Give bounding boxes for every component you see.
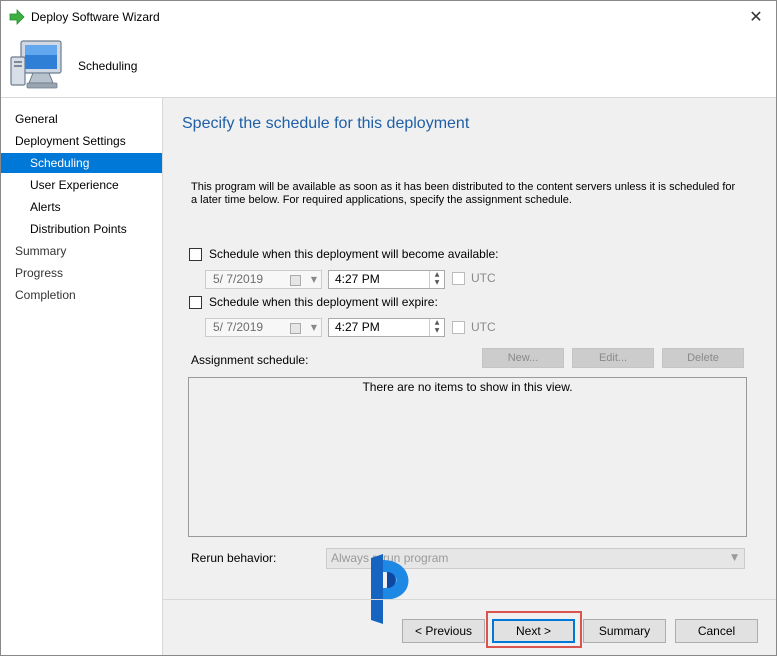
available-date-picker[interactable]: 5/ 7/2019 ▼: [205, 270, 322, 289]
title-bar: Deploy Software Wizard ✕: [1, 1, 776, 33]
expire-date-picker[interactable]: 5/ 7/2019 ▼: [205, 318, 322, 337]
expire-date-value: 5/ 7/2019: [213, 320, 264, 334]
available-date-value: 5/ 7/2019: [213, 272, 264, 286]
chevron-down-icon: ▼: [310, 323, 317, 332]
section-heading: Specify the schedule for this deployment: [182, 115, 470, 132]
wizard-header: Scheduling: [1, 33, 776, 98]
nav-item-user-experience[interactable]: User Experience: [1, 175, 162, 195]
assignment-list[interactable]: There are no items to show in this view.: [188, 377, 747, 537]
computer-icon: [10, 40, 62, 89]
nav-item-scheduling[interactable]: Scheduling: [1, 153, 162, 173]
nav-item-completion[interactable]: Completion: [1, 285, 162, 305]
spin-arrows-icon[interactable]: ▲ ▼: [429, 319, 444, 336]
calendar-icon: [290, 275, 301, 286]
available-checkbox[interactable]: [189, 247, 202, 261]
page-title: Scheduling: [78, 59, 138, 73]
spin-arrows-icon[interactable]: ▲ ▼: [429, 271, 444, 288]
expire-checkbox-label: Schedule when this deployment will expir…: [209, 295, 438, 309]
previous-button[interactable]: < Previous: [402, 619, 485, 643]
close-icon: ✕: [749, 6, 763, 26]
available-time-value: 4:27 PM: [335, 272, 380, 286]
expire-utc: UTC: [452, 320, 496, 334]
calendar-icon: [290, 323, 301, 334]
empty-list-message: There are no items to show in this view.: [362, 380, 573, 394]
chevron-down-icon: ▼: [731, 553, 738, 563]
available-schedule-row: Schedule when this deployment will becom…: [189, 246, 499, 262]
p-logo-icon: [371, 554, 409, 624]
expire-utc-label: UTC: [471, 320, 496, 334]
close-button[interactable]: ✕: [744, 5, 768, 27]
expire-schedule-row: Schedule when this deployment will expir…: [189, 294, 438, 310]
available-checkbox-label: Schedule when this deployment will becom…: [209, 247, 499, 261]
chevron-down-icon: ▼: [310, 275, 317, 284]
wizard-window: Deploy Software Wizard ✕ Scheduling Gene…: [0, 0, 777, 656]
nav-item-progress[interactable]: Progress: [1, 263, 162, 283]
expire-checkbox[interactable]: [189, 295, 202, 309]
expire-utc-checkbox[interactable]: [452, 320, 465, 334]
wizard-nav: General Deployment Settings Scheduling U…: [1, 98, 163, 655]
summary-button[interactable]: Summary: [583, 619, 666, 643]
edit-button[interactable]: Edit...: [572, 348, 654, 368]
footer-divider: [163, 599, 776, 600]
available-utc: UTC: [452, 271, 496, 285]
assignment-schedule-label: Assignment schedule:: [191, 353, 309, 367]
nav-item-distribution-points[interactable]: Distribution Points: [1, 219, 162, 239]
window-title: Deploy Software Wizard: [31, 10, 160, 24]
next-button[interactable]: Next >: [492, 619, 575, 643]
schedule-description: This program will be available as soon a…: [191, 181, 736, 206]
green-arrow-icon: [9, 9, 25, 25]
main-content: Specify the schedule for this deployment…: [163, 98, 776, 598]
available-time-picker[interactable]: 4:27 PM ▲ ▼: [328, 270, 445, 289]
expire-time-picker[interactable]: 4:27 PM ▲ ▼: [328, 318, 445, 337]
delete-button[interactable]: Delete: [662, 348, 744, 368]
nav-item-summary[interactable]: Summary: [1, 241, 162, 261]
rerun-behavior-label: Rerun behavior:: [191, 551, 277, 565]
nav-item-general[interactable]: General: [1, 109, 162, 129]
expire-time-value: 4:27 PM: [335, 320, 380, 334]
nav-item-alerts[interactable]: Alerts: [1, 197, 162, 217]
cancel-button[interactable]: Cancel: [675, 619, 758, 643]
nav-item-deployment-settings[interactable]: Deployment Settings: [1, 131, 162, 151]
available-utc-label: UTC: [471, 271, 496, 285]
new-button[interactable]: New...: [482, 348, 564, 368]
available-utc-checkbox[interactable]: [452, 271, 465, 285]
